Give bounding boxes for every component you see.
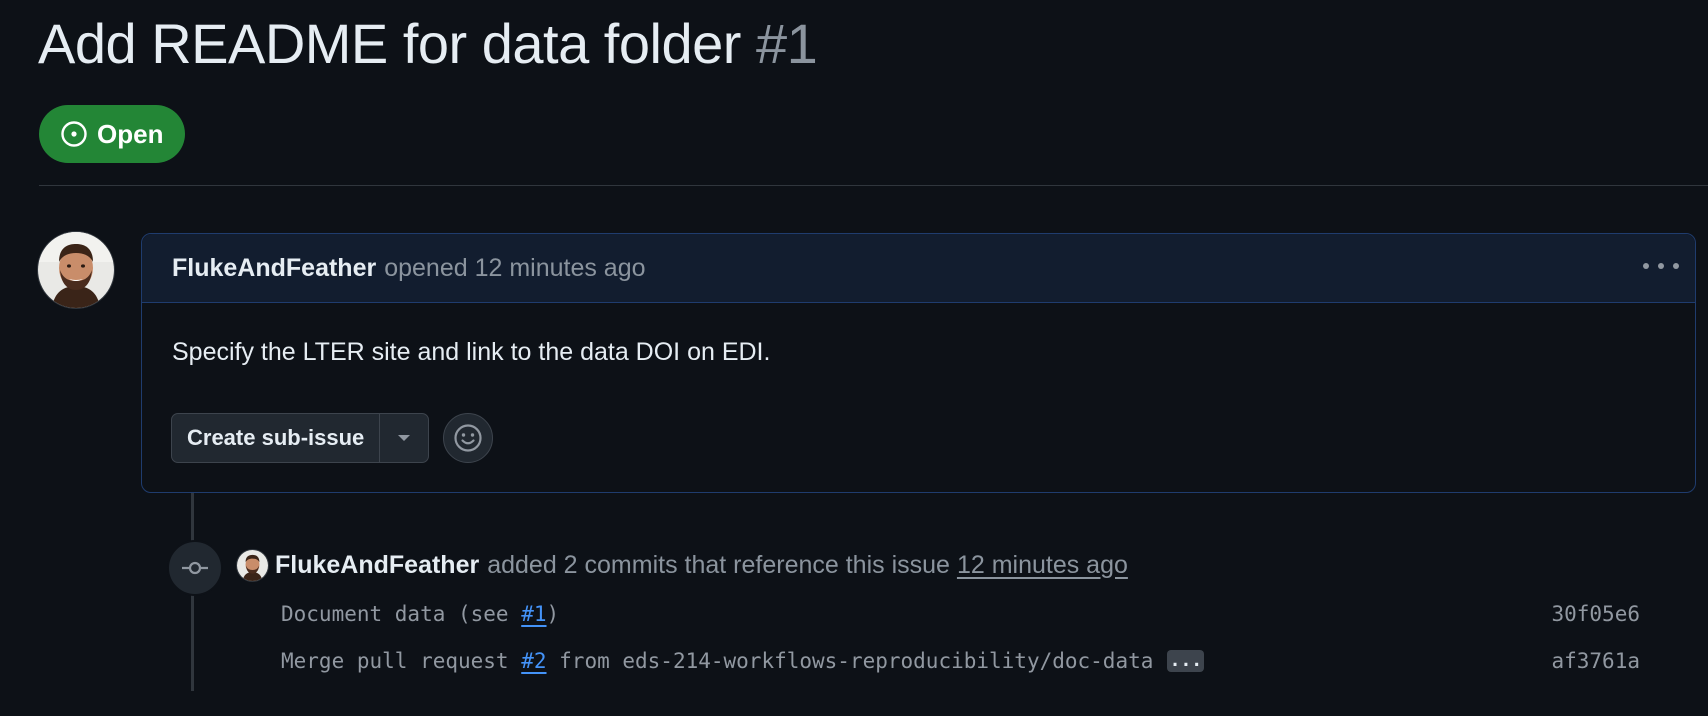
commit-sha-link[interactable]: af3761a (1540, 646, 1640, 676)
event-description: added 2 commits that reference this issu… (487, 550, 950, 579)
comment-author-link[interactable]: FlukeAndFeather (172, 254, 376, 283)
author-avatar[interactable] (38, 232, 114, 308)
commit-row: Document data (see #1) (281, 599, 559, 629)
commit-message-prefix: Merge pull request (281, 649, 522, 673)
issue-opened-icon (61, 121, 87, 147)
event-author-avatar[interactable] (237, 549, 268, 581)
avatar-image-small (237, 549, 268, 581)
event-author-link[interactable]: FlukeAndFeather (275, 551, 479, 580)
comment-timestamp: opened 12 minutes ago (384, 253, 646, 282)
event-timestamp-link[interactable]: 12 minutes ago (957, 551, 1128, 580)
commit-row: Merge pull request #2 from eds-214-workf… (281, 646, 1205, 676)
commit-reference-event: FlukeAndFeather added 2 commits that ref… (237, 549, 1128, 581)
create-sub-issue-button[interactable]: Create sub-issue (172, 414, 381, 462)
commit-issue-ref-link[interactable]: #1 (521, 602, 546, 626)
issue-title-text: Add README for data folder (38, 12, 741, 75)
issue-state-badge: Open (39, 105, 185, 163)
issue-page: Add README for data folder #1 Open Fluke… (0, 0, 1708, 716)
add-reaction-button[interactable] (443, 413, 493, 463)
commit-message-suffix: from eds-214-workflows-reproducibility/d… (546, 649, 1154, 673)
issue-title: Add README for data folder #1 (38, 8, 818, 80)
issue-number: #1 (755, 12, 818, 75)
expand-commit-message-button[interactable]: ... (1167, 650, 1205, 672)
create-sub-issue-dropdown[interactable] (380, 414, 428, 462)
commit-message-suffix: ) (546, 602, 560, 626)
commit-event-badge (167, 540, 223, 596)
commit-pr-ref-link[interactable]: #2 (521, 649, 546, 673)
triangle-down-icon (398, 435, 411, 441)
issue-comment: FlukeAndFeather opened 12 minutes ago Sp… (141, 233, 1696, 493)
header-divider (39, 185, 1708, 186)
comment-header: FlukeAndFeather opened 12 minutes ago (142, 234, 1695, 303)
create-sub-issue-group: Create sub-issue (171, 413, 430, 463)
comment-body-text: Specify the LTER site and link to the da… (172, 338, 771, 366)
smiley-icon (454, 424, 482, 452)
issue-state-label: Open (97, 118, 164, 149)
git-commit-icon (182, 561, 208, 575)
avatar-image (38, 232, 114, 308)
kebab-horizontal-icon[interactable] (1643, 254, 1679, 278)
commit-sha-link[interactable]: 30f05e6 (1540, 599, 1640, 629)
commit-message-prefix: Document data (see (281, 602, 522, 626)
